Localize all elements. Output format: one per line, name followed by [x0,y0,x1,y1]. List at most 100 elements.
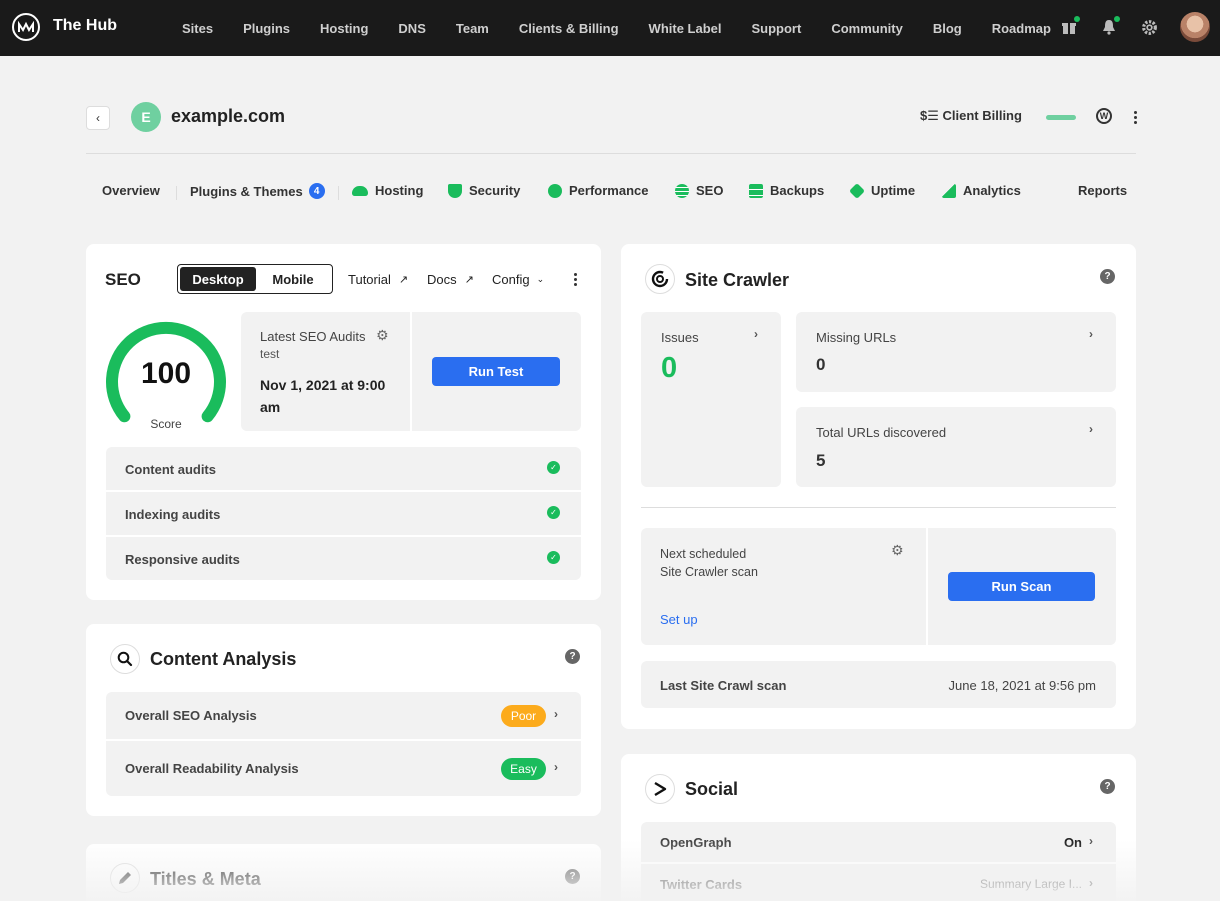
external-link-icon: ↗ [398,274,409,286]
total-urls-value: 5 [816,451,826,470]
chevron-right-icon: › [1089,876,1093,890]
user-avatar[interactable] [1180,12,1210,42]
scan-settings-gear-icon[interactable]: ⚙ [891,542,904,559]
search-icon [110,644,140,674]
toggle-mobile-button[interactable]: Mobile [256,267,330,291]
latest-audits-sub: test [260,347,280,361]
last-scan-date: June 18, 2021 at 9:56 pm [948,678,1096,693]
tutorial-link[interactable]: Tutorial ↗ [348,272,408,287]
help-icon[interactable]: ? [1100,269,1115,284]
nav-sites[interactable]: Sites [182,21,213,36]
help-icon[interactable]: ? [565,869,580,884]
total-urls-label: Total URLs discovered [816,425,947,440]
nav-support[interactable]: Support [752,21,802,36]
tab-reports[interactable]: Reports [1078,183,1127,198]
nav-plugins[interactable]: Plugins [243,21,290,36]
settings-gear-icon[interactable] [1138,16,1160,38]
twitter-cards-row[interactable]: Twitter Cards Summary Large I... › [641,864,1116,901]
chevron-right-icon: › [554,760,558,774]
chevron-down-icon: ⌄ [536,274,545,284]
chevron-right-icon: › [1089,422,1093,436]
missing-urls-value: 0 [816,355,826,374]
last-scan-row: Last Site Crawl scan June 18, 2021 at 9:… [641,661,1116,708]
seo-icon [675,183,689,198]
site-status-indicator [1046,115,1076,120]
nav-hosting[interactable]: Hosting [320,21,368,36]
overall-seo-analysis-row[interactable]: Overall SEO Analysis Poor › [106,692,581,739]
total-urls-box[interactable]: Total URLs discovered › 5 [796,407,1116,487]
nav-blog[interactable]: Blog [933,21,962,36]
tab-seo[interactable]: SEO [675,183,723,198]
audit-row-content[interactable]: Content audits ✓ [106,447,581,490]
help-icon[interactable]: ? [1100,779,1115,794]
site-title: example.com [171,106,286,126]
toggle-desktop-button[interactable]: Desktop [180,267,256,291]
nav-community[interactable]: Community [831,21,903,36]
seo-score-label: Score [150,417,182,431]
content-analysis-card: Content Analysis ? Overall SEO Analysis … [86,624,601,816]
easy-badge: Easy [501,758,546,780]
next-scan-label: Next scheduled Site Crawler scan [660,547,758,579]
tab-overview[interactable]: Overview [102,183,160,198]
titles-meta-card: Titles & Meta ? [86,844,601,901]
content-analysis-title: Content Analysis [150,649,297,669]
lightning-icon [548,183,562,198]
audit-settings-gear-icon[interactable]: ⚙ [376,327,389,344]
wordpress-icon[interactable]: W [1096,108,1112,124]
nav-white-label[interactable]: White Label [649,21,722,36]
chevron-right-icon: › [1089,327,1093,341]
share-icon [645,774,675,804]
issues-box[interactable]: Issues › 0 [641,312,781,487]
social-card: Social ? OpenGraph On › Twitter Cards Su… [621,754,1136,901]
issues-label: Issues [661,330,699,345]
client-billing-link[interactable]: $☰ Client Billing [920,108,1022,124]
seo-menu-kebab-icon[interactable] [573,273,577,286]
tab-backups[interactable]: Backups [749,183,824,198]
docs-link[interactable]: Docs ↗ [427,272,474,287]
twitter-cards-status: Summary Large I... [979,877,1082,891]
notification-bell-icon[interactable] [1098,16,1120,38]
chevron-left-icon: ‹ [96,111,100,125]
audit-row-responsive[interactable]: Responsive audits ✓ [106,537,581,580]
seo-card-title: SEO [105,270,141,289]
tab-hosting[interactable]: Hosting [352,183,423,198]
site-crawler-title: Site Crawler [685,270,790,290]
shield-icon [448,183,462,198]
tab-uptime[interactable]: Uptime [849,182,915,199]
run-scan-button[interactable]: Run Scan [948,572,1095,601]
pencil-icon [110,863,140,893]
tab-analytics[interactable]: Analytics [942,183,1021,198]
tab-performance[interactable]: Performance [548,183,648,198]
opengraph-status: On [1063,835,1082,850]
hub-logo-icon[interactable] [12,13,40,41]
check-circle-icon: ✓ [547,551,560,564]
brand-name[interactable]: The Hub [53,17,117,35]
opengraph-row[interactable]: OpenGraph On › [641,822,1116,862]
tab-security[interactable]: Security [448,183,520,198]
backups-icon [749,183,763,198]
latest-audits-box: Latest SEO Audits ⚙ test Nov 1, 2021 at … [241,312,410,431]
titles-meta-title: Titles & Meta [150,869,261,889]
back-button[interactable]: ‹ [86,106,110,130]
check-circle-icon: ✓ [547,461,560,474]
analytics-icon [942,183,956,198]
gift-icon[interactable] [1058,16,1080,38]
missing-urls-box[interactable]: Missing URLs › 0 [796,312,1116,392]
site-avatar: E [131,102,161,132]
nav-clients-billing[interactable]: Clients & Billing [519,21,619,36]
setup-link[interactable]: Set up [660,612,698,627]
overall-readability-analysis-row[interactable]: Overall Readability Analysis Easy › [106,741,581,796]
nav-roadmap[interactable]: Roadmap [992,21,1051,36]
audit-row-indexing[interactable]: Indexing audits ✓ [106,492,581,535]
cloud-icon [352,185,368,196]
run-scan-box: Run Scan [928,528,1116,645]
config-dropdown[interactable]: Config ⌄ [492,272,544,287]
chevron-right-icon: › [554,707,558,721]
tab-plugins-themes[interactable]: Plugins & Themes 4 [190,183,325,199]
header-divider [86,153,1136,154]
help-icon[interactable]: ? [565,649,580,664]
site-menu-kebab-icon[interactable] [1133,111,1137,124]
nav-team[interactable]: Team [456,21,489,36]
nav-dns[interactable]: DNS [398,21,425,36]
run-test-button[interactable]: Run Test [432,357,560,386]
